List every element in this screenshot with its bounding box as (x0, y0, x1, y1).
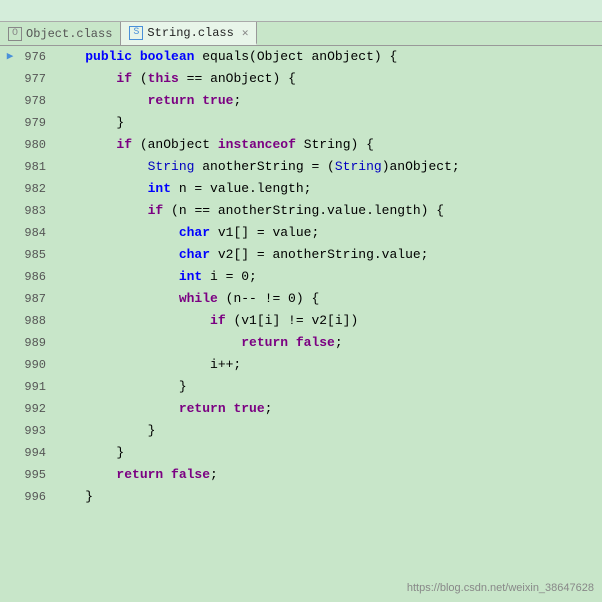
line-content: i++; (54, 354, 602, 376)
line-number: 996 (18, 486, 54, 508)
line-content: return true; (54, 90, 602, 112)
line-number: 995 (18, 464, 54, 486)
line-content: String anotherString = (String)anObject; (54, 156, 602, 178)
code-line: 992 return true; (0, 398, 602, 420)
line-content: if (this == anObject) { (54, 68, 602, 90)
line-number: 989 (18, 332, 54, 354)
line-content: if (n == anotherString.value.length) { (54, 200, 602, 222)
line-content: } (54, 486, 602, 508)
line-number: 986 (18, 266, 54, 288)
line-number: 984 (18, 222, 54, 244)
line-content: int i = 0; (54, 266, 602, 288)
line-content: } (54, 442, 602, 464)
line-number: 982 (18, 178, 54, 200)
line-number: 978 (18, 90, 54, 112)
object-tab-label: Object.class (26, 27, 112, 41)
line-content: char v2[] = anotherString.value; (54, 244, 602, 266)
tab-object-class[interactable]: O Object.class (0, 22, 121, 45)
code-line: 982 int n = value.length; (0, 178, 602, 200)
line-number: 987 (18, 288, 54, 310)
code-line: 991 } (0, 376, 602, 398)
line-marker: ▶ (0, 46, 18, 68)
code-line: 995 return false; (0, 464, 602, 486)
line-number: 977 (18, 68, 54, 90)
line-number: 976 (18, 46, 54, 68)
object-tab-icon: O (8, 27, 22, 41)
line-content: public boolean equals(Object anObject) { (54, 46, 602, 68)
line-content: } (54, 420, 602, 442)
line-number: 993 (18, 420, 54, 442)
line-content: } (54, 112, 602, 134)
tab-bar: O Object.class S String.class ✕ (0, 22, 602, 46)
code-line: ▶976 public boolean equals(Object anObje… (0, 46, 602, 68)
line-content: if (v1[i] != v2[i]) (54, 310, 602, 332)
line-number: 990 (18, 354, 54, 376)
line-content: return false; (54, 332, 602, 354)
line-content: int n = value.length; (54, 178, 602, 200)
code-line: 985 char v2[] = anotherString.value; (0, 244, 602, 266)
code-line: 984 char v1[] = value; (0, 222, 602, 244)
code-line: 996 } (0, 486, 602, 508)
string-tab-label: String.class (147, 26, 233, 40)
line-content: if (anObject instanceof String) { (54, 134, 602, 156)
line-content: } (54, 376, 602, 398)
line-content: char v1[] = value; (54, 222, 602, 244)
watermark: https://blog.csdn.net/weixin_38647628 (407, 582, 594, 594)
line-content: return false; (54, 464, 602, 486)
code-line: 980 if (anObject instanceof String) { (0, 134, 602, 156)
code-line: 989 return false; (0, 332, 602, 354)
tab-string-class[interactable]: S String.class ✕ (121, 22, 257, 45)
code-line: 986 int i = 0; (0, 266, 602, 288)
toolbar (0, 0, 602, 22)
close-icon[interactable]: ✕ (242, 26, 249, 40)
code-line: 987 while (n-- != 0) { (0, 288, 602, 310)
line-number: 983 (18, 200, 54, 222)
code-line: 979 } (0, 112, 602, 134)
line-number: 991 (18, 376, 54, 398)
code-line: 988 if (v1[i] != v2[i]) (0, 310, 602, 332)
line-content: while (n-- != 0) { (54, 288, 602, 310)
code-line: 978 return true; (0, 90, 602, 112)
line-number: 979 (18, 112, 54, 134)
code-line: 993 } (0, 420, 602, 442)
line-content: return true; (54, 398, 602, 420)
code-line: 990 i++; (0, 354, 602, 376)
code-line: 977 if (this == anObject) { (0, 68, 602, 90)
code-line: 994 } (0, 442, 602, 464)
code-area: ▶976 public boolean equals(Object anObje… (0, 46, 602, 508)
line-number: 985 (18, 244, 54, 266)
code-line: 981 String anotherString = (String)anObj… (0, 156, 602, 178)
string-tab-icon: S (129, 26, 143, 40)
line-number: 992 (18, 398, 54, 420)
line-number: 994 (18, 442, 54, 464)
line-number: 981 (18, 156, 54, 178)
line-number: 980 (18, 134, 54, 156)
code-line: 983 if (n == anotherString.value.length)… (0, 200, 602, 222)
line-number: 988 (18, 310, 54, 332)
